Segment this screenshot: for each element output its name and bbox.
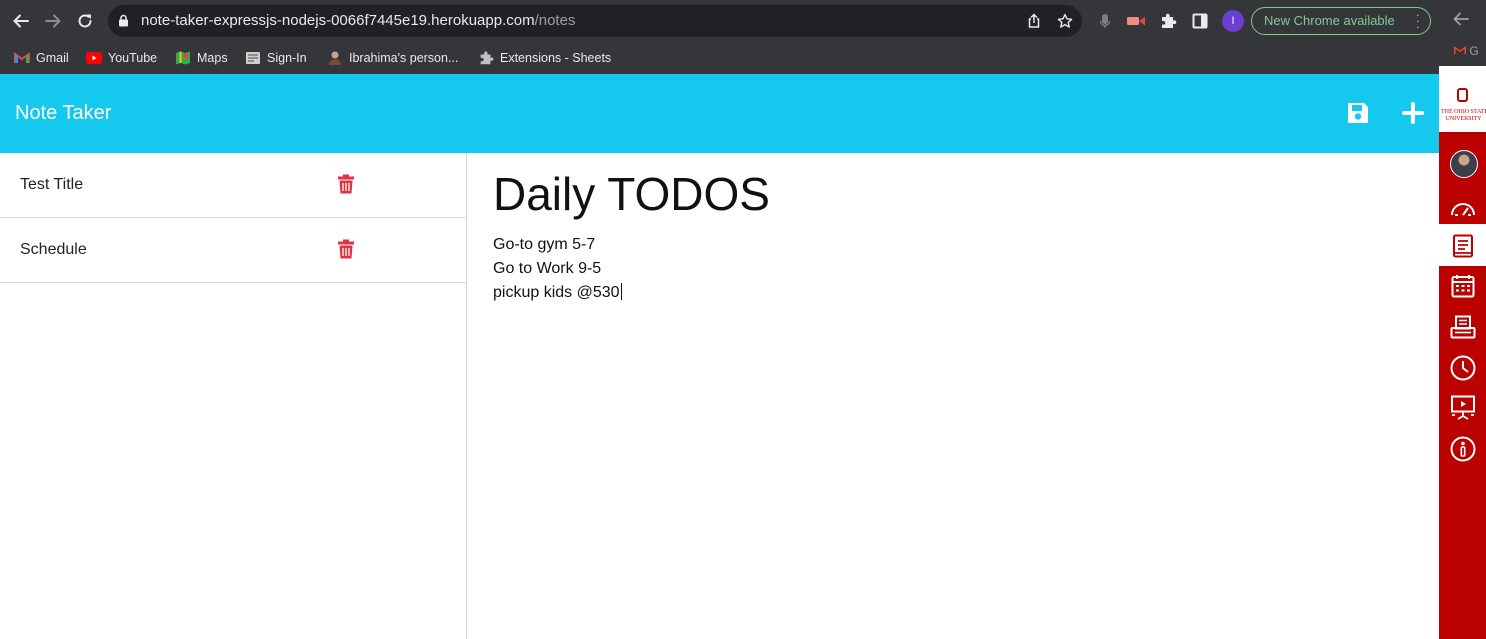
info-icon[interactable] (1450, 436, 1476, 462)
arrow-right-icon (45, 14, 61, 28)
bookmark-person[interactable]: Ibrahima's person... (327, 50, 458, 66)
osu-logo-line: THE OHIO STATE (1441, 109, 1486, 115)
url-host: note-taker-expressjs-nodejs-0066f7445e19… (141, 12, 535, 29)
clock-icon[interactable] (1450, 355, 1476, 381)
trash-icon (338, 239, 354, 259)
new-note-button[interactable] (1399, 99, 1427, 127)
lock-icon (118, 14, 129, 32)
bookmark-overflow-label: G (1469, 44, 1479, 58)
more-vert-icon[interactable]: · · · (1416, 8, 1420, 33)
plus-icon (1402, 102, 1424, 124)
note-line: Go to Work 9-5 (493, 260, 602, 277)
presentation-icon[interactable] (1450, 395, 1476, 421)
bookmark-maps[interactable]: Maps (175, 50, 228, 66)
note-list-item[interactable]: Schedule (0, 218, 466, 283)
share-icon[interactable] (1025, 12, 1043, 30)
note-title: Test Title (20, 176, 84, 193)
bookmark-overflow-gmail[interactable]: G (1454, 44, 1479, 58)
url-text: note-taker-expressjs-nodejs-0066f7445e19… (141, 12, 575, 29)
osu-logo[interactable]: THE OHIO STATE UNIVERSITY (1439, 66, 1486, 132)
bookmark-label: Extensions - Sheets (500, 51, 612, 65)
reload-icon (78, 14, 92, 28)
url-path: /notes (534, 12, 576, 29)
update-label: New Chrome available (1264, 13, 1395, 28)
delete-note-button[interactable] (337, 174, 357, 196)
osu-side-panel: THE OHIO STATE UNIVERSITY (1439, 66, 1486, 639)
printer-icon[interactable] (1450, 314, 1476, 340)
bookmark-label: Gmail (36, 51, 69, 65)
note-line: Go-to gym 5-7 (493, 236, 596, 253)
note-title: Schedule (20, 241, 87, 258)
gmail-icon (14, 50, 30, 66)
dashboard-icon[interactable] (1450, 195, 1476, 221)
app-brand[interactable]: Note Taker (15, 102, 111, 125)
bookmark-label: Ibrahima's person... (349, 51, 459, 65)
maps-icon (175, 50, 191, 66)
save-note-button[interactable] (1344, 99, 1372, 127)
bookmark-gmail[interactable]: Gmail (14, 50, 69, 66)
bookmark-label: Maps (197, 51, 228, 65)
avatar[interactable] (1450, 150, 1478, 178)
forward-button[interactable] (41, 9, 65, 33)
back-button[interactable] (9, 9, 33, 33)
note-text-area[interactable]: Go-to gym 5-7 Go to Work 9-5 pickup kids… (493, 233, 622, 305)
gmail-icon (1454, 46, 1466, 55)
address-bar[interactable]: note-taker-expressjs-nodejs-0066f7445e19… (108, 5, 1082, 37)
osu-logo-line: UNIVERSITY (1445, 116, 1482, 122)
osu-block-o-icon (1457, 88, 1468, 102)
save-icon (1348, 103, 1368, 123)
extension-record-icon[interactable] (1126, 11, 1146, 31)
bookmark-extensions-sheets[interactable]: Extensions - Sheets (478, 50, 611, 66)
extensions-puzzle-icon[interactable] (1158, 11, 1178, 31)
person-icon (327, 50, 343, 66)
youtube-icon (86, 50, 102, 66)
puzzle-icon (478, 50, 494, 66)
browser-toolbar: note-taker-expressjs-nodejs-0066f7445e19… (0, 0, 1486, 42)
notebook-icon[interactable] (1450, 233, 1476, 259)
trash-icon (338, 174, 354, 194)
note-title-input[interactable]: Daily TODOS (493, 167, 770, 221)
note-list-item[interactable]: Test Title (0, 153, 466, 218)
signin-icon (245, 50, 261, 66)
screen: note-taker-expressjs-nodejs-0066f7445e19… (0, 0, 1486, 639)
bookmark-signin[interactable]: Sign-In (245, 50, 307, 66)
side-panel-icon[interactable] (1190, 11, 1210, 31)
star-icon[interactable] (1056, 12, 1074, 30)
reload-button[interactable] (73, 9, 97, 33)
calendar-icon[interactable] (1450, 273, 1476, 299)
arrow-left-icon (13, 14, 29, 28)
bookmark-label: Sign-In (267, 51, 307, 65)
note-line: pickup kids @530 (493, 281, 622, 305)
panel-back-icon[interactable] (1452, 10, 1470, 28)
delete-note-button[interactable] (337, 239, 357, 261)
extension-mic-icon[interactable] (1095, 11, 1115, 31)
note-editor: Daily TODOS Go-to gym 5-7 Go to Work 9-5… (467, 153, 1439, 639)
note-list: Test Title Schedule (0, 153, 467, 639)
app-header: Note Taker (0, 74, 1439, 153)
profile-avatar[interactable]: I (1222, 10, 1244, 32)
text-caret (620, 283, 622, 300)
bookmark-label: YouTube (108, 51, 158, 65)
note-line-text: pickup kids @530 (493, 284, 620, 301)
bookmark-youtube[interactable]: YouTube (86, 50, 157, 66)
update-chrome-button[interactable]: New Chrome available · · · (1251, 7, 1431, 35)
